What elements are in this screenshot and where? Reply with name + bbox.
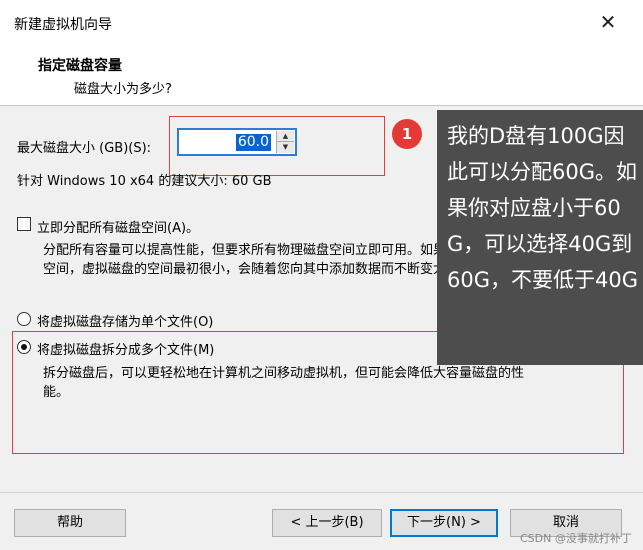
multi-file-radio[interactable]: [17, 340, 31, 354]
allocate-checkbox[interactable]: [17, 217, 31, 231]
single-file-label[interactable]: 将虚拟磁盘存储为单个文件(O): [37, 311, 213, 330]
annotation-callout: 我的D盘有100G因此可以分配60G。如果你对应盘小于60G，可以选择40G到6…: [437, 110, 643, 365]
allocate-label[interactable]: 立即分配所有磁盘空间(A)。: [37, 217, 199, 236]
spin-buttons: ▲ ▼: [276, 131, 294, 153]
annotation-text: 我的D盘有100G因此可以分配60G。如果你对应盘小于60G，可以选择40G到6…: [447, 124, 638, 292]
annotation-badge: 1: [392, 119, 422, 149]
multi-file-desc-2: 能。: [43, 385, 70, 400]
close-icon[interactable]: ✕: [596, 10, 620, 34]
back-button[interactable]: < 上一步(B): [272, 509, 382, 537]
disk-size-spinbox[interactable]: 60.0 ▲ ▼: [177, 128, 297, 156]
multi-file-label[interactable]: 将虚拟磁盘拆分成多个文件(M): [37, 339, 214, 358]
page-subtitle: 磁盘大小为多少?: [74, 82, 172, 97]
watermark: CSDN @没事就打补丁: [520, 532, 632, 545]
disk-size-value[interactable]: 60.0: [235, 134, 271, 151]
next-button[interactable]: 下一步(N) >: [390, 509, 498, 537]
recommend-size-text: 针对 Windows 10 x64 的建议大小: 60 GB: [17, 174, 272, 189]
single-file-radio[interactable]: [17, 312, 31, 326]
page-title: 指定磁盘容量: [38, 58, 122, 74]
wizard-header: 指定磁盘容量 磁盘大小为多少?: [0, 46, 643, 106]
window-title: 新建虚拟机向导: [14, 17, 112, 33]
disk-size-label: 最大磁盘大小 (GB)(S):: [17, 141, 152, 156]
spin-down-icon[interactable]: ▼: [277, 142, 294, 153]
title-bar: 新建虚拟机向导 ✕: [0, 0, 643, 46]
spin-up-icon[interactable]: ▲: [277, 131, 294, 142]
allocate-desc-2: 空间，虚拟磁盘的空间最初很小，会随着您向其中添加数据而不断变大。: [43, 262, 460, 277]
help-button[interactable]: 帮助: [14, 509, 126, 537]
multi-file-desc-1: 拆分磁盘后，可以更轻松地在计算机之间移动虚拟机，但可能会降低大容量磁盘的性: [43, 366, 525, 381]
